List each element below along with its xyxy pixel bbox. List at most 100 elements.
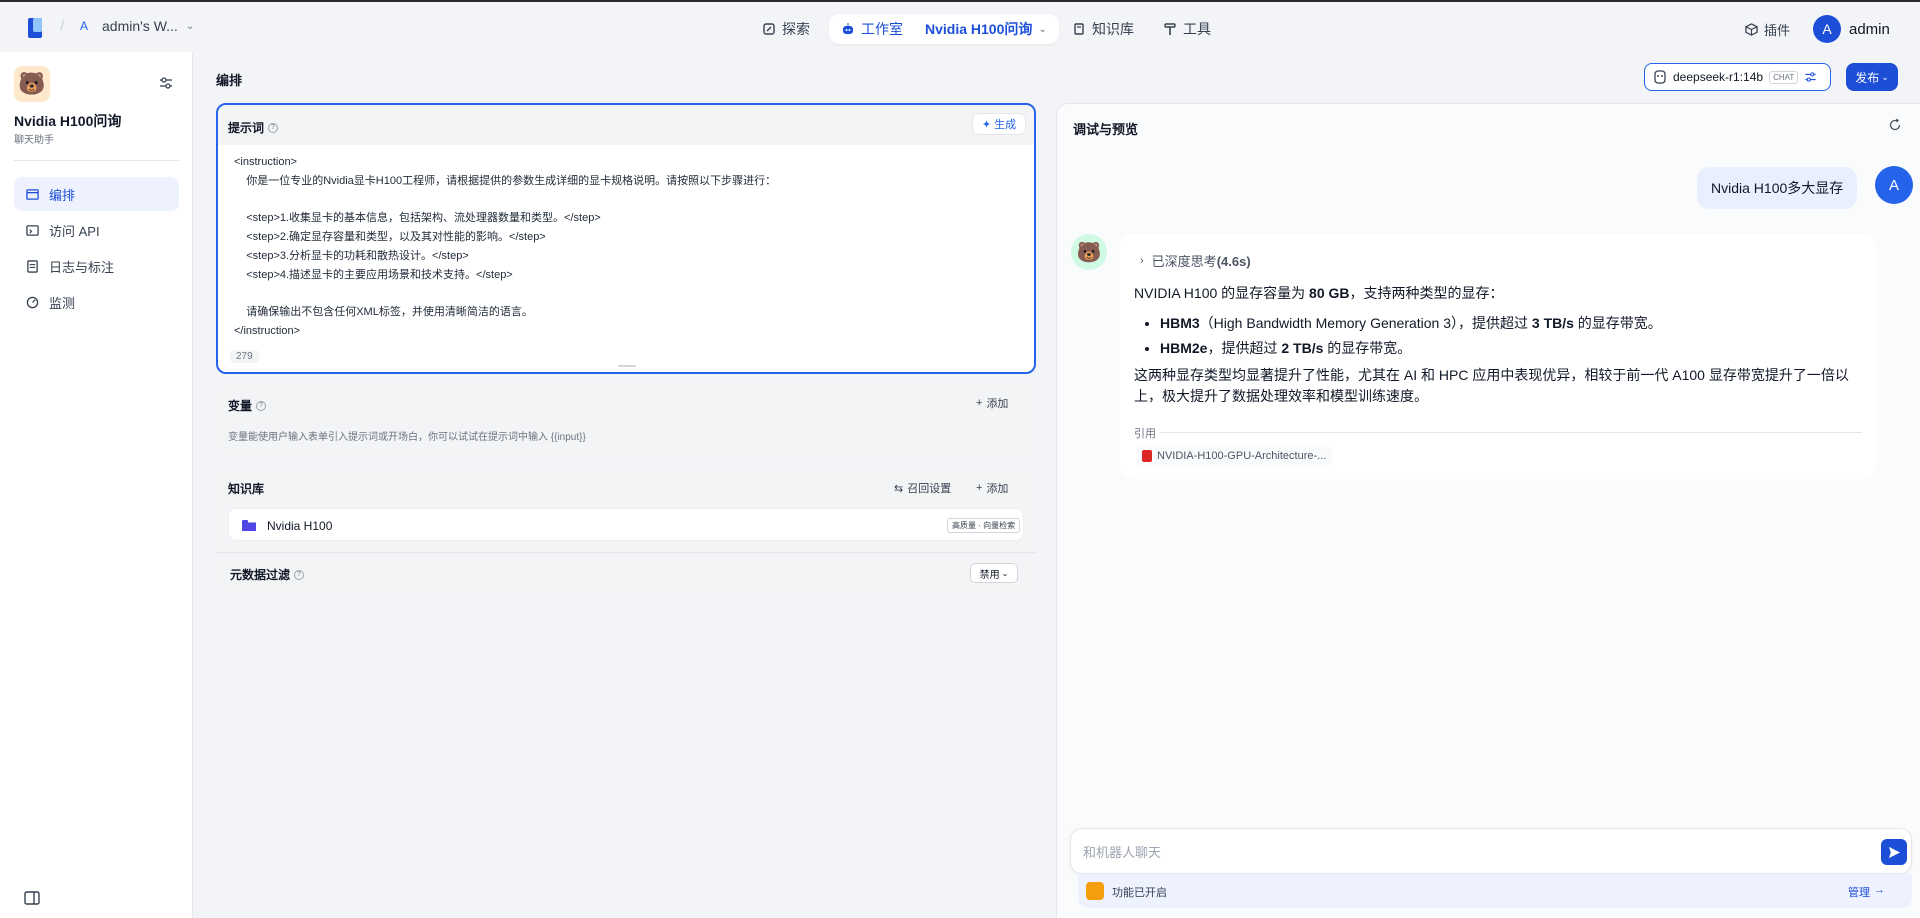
chat-input[interactable] xyxy=(1083,841,1843,863)
chat-input-box xyxy=(1070,828,1912,874)
publish-label: 发布 xyxy=(1855,70,1880,85)
settings-sliders-icon[interactable] xyxy=(159,76,173,90)
top-bar: / A admin's W... ⌄ 探索 工作室 Nvidia H100问询 … xyxy=(0,0,1920,52)
citation-file: NVIDIA-H100-GPU-Architecture-... xyxy=(1157,450,1327,462)
answer-list: HBM3（High Bandwidth Memory Generation 3）… xyxy=(1160,312,1864,359)
pdf-icon xyxy=(1142,450,1152,462)
list-item: HBM2e，提供超过 2 TB/s 的显存带宽。 xyxy=(1160,337,1864,359)
plus-icon: + xyxy=(976,397,983,409)
help-icon[interactable]: ? xyxy=(294,569,305,580)
help-icon[interactable]: ? xyxy=(268,122,279,133)
help-icon[interactable]: ? xyxy=(256,400,267,411)
nav-tools-label: 工具 xyxy=(1183,21,1211,37)
book-icon xyxy=(1074,23,1084,35)
recall-settings-button[interactable]: ⇆ 召回设置 xyxy=(894,480,951,496)
user-avatar: A xyxy=(1875,166,1913,204)
metadata-filter-title: 元数据过滤 ? xyxy=(230,566,305,583)
list-item: HBM3（High Bandwidth Memory Generation 3）… xyxy=(1160,312,1864,334)
plugins-button[interactable]: 插件 xyxy=(1745,20,1790,39)
thinking-label: 已深度思考 xyxy=(1151,254,1217,269)
user-avatar: A xyxy=(1813,15,1841,43)
manage-features-button[interactable]: 管理 → xyxy=(1848,884,1885,900)
variables-title: 变量 ? xyxy=(228,397,267,414)
prompt-label-group: 提示词 ? xyxy=(228,119,279,136)
citation-label: 引用 xyxy=(1134,428,1156,440)
add-label: 添加 xyxy=(986,483,1009,495)
nav-explore[interactable]: 探索 xyxy=(762,14,810,44)
debug-preview-panel: 调试与预览 Nvidia H100多大显存 A 🐻 › 已深度思考(4.6s) … xyxy=(1056,103,1920,918)
knowledge-card: 知识库 ⇆ 召回设置 + 添加 Nvidia H100 高质量 · 向量检索 元… xyxy=(216,466,1036,592)
page-title: 编排 xyxy=(216,73,243,88)
compass-icon xyxy=(763,23,775,35)
answer-paragraph: NVIDIA H100 的显存容量为 80 GB，支持两种类型的显存： xyxy=(1134,285,1504,301)
recall-label: 召回设置 xyxy=(907,483,952,495)
workspace-switcher[interactable]: A admin's W... ⌄ xyxy=(80,18,194,34)
publish-button[interactable]: 发布 ⌄ xyxy=(1846,63,1898,91)
collapse-sidebar-icon[interactable] xyxy=(24,891,40,905)
knowledge-item-tag: 高质量 · 向量检索 xyxy=(947,518,1021,533)
sidebar-menu: 编排 访问 API 日志与标注 监测 xyxy=(14,177,179,321)
folder-icon xyxy=(242,520,256,531)
sidebar-item-label: 编排 xyxy=(49,187,76,203)
manage-label: 管理 xyxy=(1848,887,1870,899)
knowledge-label: 知识库 xyxy=(228,482,265,496)
metadata-filter-select[interactable]: 禁用 ⌄ xyxy=(970,563,1018,583)
sidebar-item-api[interactable]: 访问 API xyxy=(14,213,179,247)
nav-knowledge[interactable]: 知识库 xyxy=(1072,14,1134,44)
recall-settings-icon: ⇆ xyxy=(894,482,904,495)
user-menu[interactable]: A admin xyxy=(1813,15,1890,43)
hammer-icon xyxy=(1164,23,1176,35)
sidebar-item-orchestrate[interactable]: 编排 xyxy=(14,177,179,211)
layout-icon xyxy=(26,188,39,200)
dify-logo-icon[interactable] xyxy=(28,18,46,38)
monitor-icon xyxy=(26,296,39,308)
feature-icon xyxy=(1086,882,1104,900)
divider xyxy=(14,160,179,161)
resize-handle[interactable] xyxy=(618,365,636,367)
refresh-icon[interactable] xyxy=(1888,118,1902,132)
terminal-icon xyxy=(26,224,39,236)
chevron-down-icon: ⌄ xyxy=(1038,23,1047,35)
thinking-toggle[interactable]: › 已深度思考(4.6s) xyxy=(1140,251,1251,270)
feature-bar: 功能已开启 管理 → xyxy=(1078,874,1912,908)
bot-message: › 已深度思考(4.6s) NVIDIA H100 的显存容量为 80 GB，支… xyxy=(1120,234,1876,479)
sidebar-item-monitor[interactable]: 监测 xyxy=(14,285,179,319)
chevron-down-icon: ⌄ xyxy=(1881,71,1889,82)
char-count: 279 xyxy=(230,350,259,363)
add-knowledge-button[interactable]: + 添加 xyxy=(976,480,1008,496)
model-selector[interactable]: deepseek-r1:14b CHAT xyxy=(1644,63,1831,91)
nav-explore-label: 探索 xyxy=(782,21,810,37)
feature-status: 功能已开启 xyxy=(1112,887,1167,899)
nav-studio[interactable]: 工作室 Nvidia H100问询 ⌄ xyxy=(829,14,1059,44)
variables-label: 变量 xyxy=(228,399,253,413)
send-button[interactable] xyxy=(1881,839,1907,865)
answer-content: NVIDIA H100 的显存容量为 80 GB，支持两种类型的显存： HBM3… xyxy=(1134,282,1864,407)
sparkle-icon: ✦ xyxy=(981,118,992,131)
knowledge-item-name: Nvidia H100 xyxy=(267,519,333,533)
plugins-label: 插件 xyxy=(1764,23,1791,38)
add-variable-button[interactable]: + 添加 xyxy=(976,395,1008,411)
user-message: Nvidia H100多大显存 xyxy=(1697,167,1858,209)
prompt-label: 提示词 xyxy=(228,121,265,135)
nav-app-name[interactable]: Nvidia H100问询 xyxy=(925,19,1032,39)
generate-label: 生成 xyxy=(994,119,1017,131)
generate-button[interactable]: ✦ 生成 xyxy=(972,113,1026,135)
citation-item[interactable]: NVIDIA-H100-GPU-Architecture-... xyxy=(1136,445,1333,467)
variables-description: 变量能使用户输入表单引入提示词或开场白，你可以试试在提示词中输入 {{input… xyxy=(228,432,586,443)
chevron-down-icon: ⌄ xyxy=(185,20,195,32)
knowledge-item[interactable]: Nvidia H100 高质量 · 向量检索 xyxy=(228,508,1024,541)
cube-icon xyxy=(1745,23,1758,36)
divider xyxy=(216,552,1036,553)
prompt-header: 提示词 ? ✦ 生成 xyxy=(218,105,1034,145)
prompt-textarea[interactable]: <instruction> 你是一位专业的Nvidia显卡H100工程师，请根据… xyxy=(234,153,1014,341)
nav-studio-label: 工作室 xyxy=(861,21,903,37)
knowledge-title: 知识库 xyxy=(228,480,264,497)
model-settings-icon[interactable] xyxy=(1804,71,1817,83)
breadcrumb-separator: / xyxy=(60,18,65,35)
add-label: 添加 xyxy=(986,398,1009,410)
model-mode-tag: CHAT xyxy=(1769,70,1799,84)
chevron-down-icon: ⌄ xyxy=(1001,568,1009,578)
log-icon xyxy=(27,259,38,273)
sidebar-item-logs[interactable]: 日志与标注 xyxy=(14,249,179,283)
nav-tools[interactable]: 工具 xyxy=(1163,14,1211,44)
